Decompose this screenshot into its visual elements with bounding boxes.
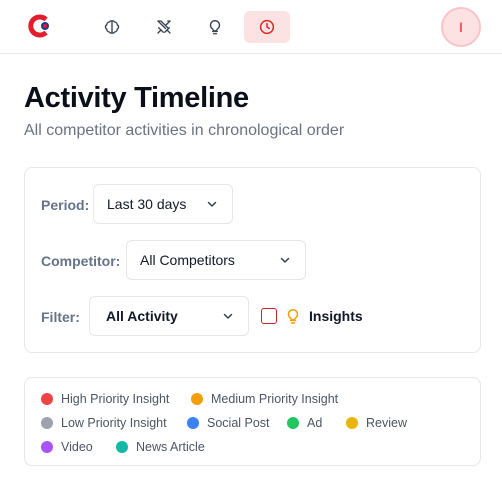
legend-dot [287,417,299,429]
nav-swords-button[interactable] [141,11,187,43]
legend-item: Social Post [187,416,270,430]
period-label: Period: [41,197,90,213]
legend-panel: High Priority Insight Medium Priority In… [24,377,481,466]
nav-brain-button[interactable] [89,11,135,43]
page-title: Activity Timeline [24,82,249,114]
chevron-down-icon [280,257,290,263]
legend-label: Ad [307,416,323,430]
nav-timeline-button[interactable] [244,11,290,43]
legend-dot [346,417,358,429]
competitor-select[interactable]: All Competitors [126,240,306,280]
legend-label: Review [366,416,407,430]
legend-item: Medium Priority Insight [191,392,338,406]
legend-item: Video [41,440,93,454]
legend-item: High Priority Insight [41,392,169,406]
swords-icon [157,20,171,34]
legend-label: Low Priority Insight [61,416,167,430]
chevron-down-icon [223,313,233,319]
lightbulb-icon [287,309,299,324]
logo-icon[interactable] [26,12,54,40]
chevron-down-icon [207,201,217,207]
legend-label: News Article [136,440,205,454]
period-select[interactable]: Last 30 days [93,184,233,224]
legend-item: Review [346,416,407,430]
activity-filter-value: All Activity [106,308,178,324]
legend-dot [191,393,203,405]
brain-icon [104,20,120,34]
legend-item: Ad [287,416,322,430]
user-avatar[interactable]: I [441,7,481,47]
legend-item: Low Priority Insight [41,416,167,430]
lightbulb-icon [209,20,221,35]
filters-panel: Period: Last 30 days Competitor: All Com… [24,167,481,353]
legend-dot [41,417,53,429]
top-nav-bar: I [0,0,502,54]
legend-label: Video [61,440,93,454]
period-select-value: Last 30 days [107,196,187,212]
legend-item: News Article [116,440,205,454]
insights-label[interactable]: Insights [309,308,363,324]
legend-dot [41,441,53,453]
legend-dot [116,441,128,453]
clock-icon [259,19,275,35]
avatar-initial: I [459,19,463,35]
activity-filter-select[interactable]: All Activity [89,296,249,336]
page-subtitle: All competitor activities in chronologic… [24,122,345,139]
legend-label: Medium Priority Insight [211,392,339,406]
legend-label: Social Post [207,416,270,430]
legend-label: High Priority Insight [61,392,170,406]
nav-insights-button[interactable] [192,11,238,43]
legend-dot [187,417,199,429]
legend-dot [41,393,53,405]
competitor-label: Competitor: [41,253,121,269]
filter-label: Filter: [41,309,80,325]
insights-checkbox[interactable] [261,308,277,324]
competitor-select-value: All Competitors [140,252,235,268]
